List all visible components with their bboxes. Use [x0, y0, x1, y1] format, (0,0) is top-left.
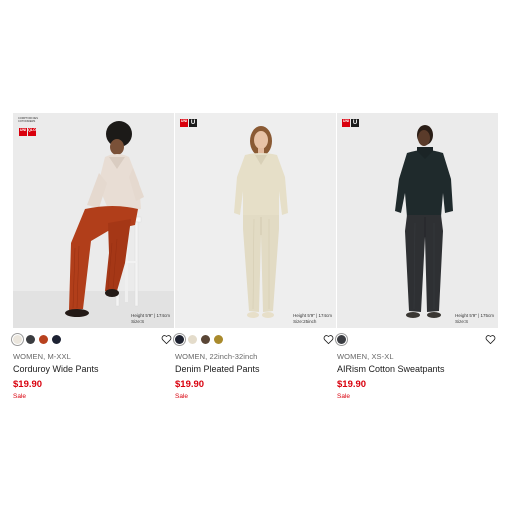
- heart-outline-icon[interactable]: [323, 334, 334, 345]
- sale-flag: Sale: [337, 393, 351, 400]
- product-image[interactable]: UNI U Height 5'9" | 174cm Size:25inch: [175, 113, 336, 328]
- sale-flag: Sale: [175, 393, 189, 400]
- product-card[interactable]: COMPTOIR DES COTONNIERS UNI QLO Height 5'…: [13, 113, 174, 408]
- model-caption: Height 5'9" | 175cm Size:S: [455, 313, 494, 324]
- color-swatch[interactable]: [13, 335, 22, 344]
- product-price: $19.90: [337, 379, 367, 390]
- color-swatch[interactable]: [337, 335, 346, 344]
- product-grid: COMPTOIR DES COTONNIERS UNI QLO Height 5'…: [13, 113, 499, 408]
- color-swatches: [337, 335, 346, 345]
- color-swatch[interactable]: [201, 335, 210, 344]
- color-swatch[interactable]: [214, 335, 223, 344]
- heart-outline-icon[interactable]: [161, 334, 172, 345]
- color-swatches: [13, 335, 61, 345]
- uniqlo-logo: UNI QLO: [19, 128, 36, 136]
- model-caption: Height 5'9" | 174cm Size:S: [131, 313, 170, 324]
- color-swatch[interactable]: [39, 335, 48, 344]
- uniqlo-logo: UNI U: [342, 119, 359, 127]
- sale-flag: Sale: [13, 393, 27, 400]
- collab-label: COMPTOIR DES COTONNIERS: [18, 117, 38, 123]
- uniqlo-logo: UNI U: [180, 119, 197, 127]
- product-price: $19.90: [175, 379, 205, 390]
- product-meta: WOMEN, XS-XL: [337, 352, 394, 361]
- product-name[interactable]: Corduroy Wide Pants: [13, 364, 99, 374]
- product-meta: WOMEN, M-XXL: [13, 352, 71, 361]
- product-card[interactable]: UNI U Height 5'9" | 175cm Size:S WOMEN, X…: [337, 113, 498, 408]
- product-card[interactable]: UNI U Height 5'9" | 174cm Size:25inch WOM…: [175, 113, 336, 408]
- color-swatch[interactable]: [175, 335, 184, 344]
- heart-outline-icon[interactable]: [485, 334, 496, 345]
- product-name[interactable]: AIRism Cotton Sweatpants: [337, 364, 445, 374]
- color-swatch[interactable]: [52, 335, 61, 344]
- product-meta: WOMEN, 22inch-32inch: [175, 352, 258, 361]
- product-image[interactable]: UNI U Height 5'9" | 175cm Size:S: [337, 113, 498, 328]
- color-swatch[interactable]: [188, 335, 197, 344]
- product-price: $19.90: [13, 379, 43, 390]
- product-image[interactable]: COMPTOIR DES COTONNIERS UNI QLO Height 5'…: [13, 113, 174, 328]
- color-swatch[interactable]: [26, 335, 35, 344]
- product-name[interactable]: Denim Pleated Pants: [175, 364, 260, 374]
- model-caption: Height 5'9" | 174cm Size:25inch: [293, 313, 332, 324]
- color-swatches: [175, 335, 223, 345]
